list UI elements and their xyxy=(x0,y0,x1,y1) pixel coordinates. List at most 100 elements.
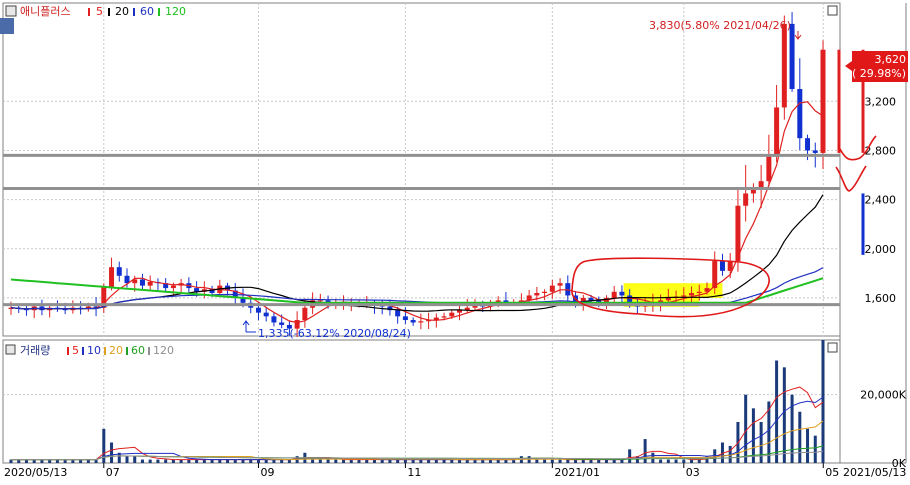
price-tick-label: 1,600 xyxy=(865,292,897,305)
candle-body xyxy=(395,310,401,317)
volume-bar xyxy=(782,367,786,463)
volume-bar xyxy=(334,459,338,463)
candle-body xyxy=(743,193,749,206)
x-tick-label: 09 xyxy=(260,466,274,479)
candle-body xyxy=(302,307,308,321)
candle-body xyxy=(689,292,695,296)
x-tick-label: 2021/01 xyxy=(554,466,600,479)
candle-body xyxy=(837,49,841,153)
price-legend-ma120: 120 xyxy=(165,5,186,18)
candle-body xyxy=(665,297,671,301)
candle-body xyxy=(279,322,285,325)
candle-body xyxy=(418,321,424,323)
x-tick-label: 11 xyxy=(407,466,421,479)
candle-body xyxy=(116,267,122,276)
price-title: 애니플러스 xyxy=(20,5,71,18)
volume-bar xyxy=(125,456,129,463)
x-tick-label: 05 xyxy=(825,466,839,479)
stock-chart-svg: 1,6002,0002,4002,8003,2000K20,000K2020/0… xyxy=(0,0,910,481)
volume-bar xyxy=(133,456,137,463)
volume-bar xyxy=(558,459,562,463)
volume-bar xyxy=(550,459,554,463)
price-panel-menu-button[interactable] xyxy=(5,5,17,17)
price-panel-close-button[interactable] xyxy=(827,5,838,16)
candle-body xyxy=(449,312,455,317)
volume-bar xyxy=(666,459,670,463)
volume-bar xyxy=(821,340,825,463)
volume-legend-ma10: 10 xyxy=(87,344,101,357)
candle-body xyxy=(712,261,718,289)
candle-body xyxy=(549,285,555,292)
candle-body xyxy=(812,150,818,153)
volume-bar xyxy=(813,435,817,463)
stock-chart: 1,600 2,000 2,400 2,800 3,200 0K 20,000K 2020/0… xyxy=(0,0,910,481)
candle-body xyxy=(719,261,725,271)
candle-body xyxy=(109,267,115,287)
volume-bar xyxy=(628,449,632,463)
volume-bar xyxy=(806,428,810,463)
price-tick-label: 2,000 xyxy=(865,243,897,256)
volume-panel-frame xyxy=(2,339,841,464)
candle-body xyxy=(820,49,826,153)
max-price-annotation: 3,830(5.80% 2021/04/26) xyxy=(649,19,791,32)
x-tick-label: 2021/05/13 xyxy=(843,466,906,479)
volume-bar xyxy=(318,459,322,463)
volume-legend-ma120: 120 xyxy=(153,344,174,357)
volume-panel-close-button[interactable] xyxy=(827,342,838,353)
x-tick-label: 03 xyxy=(686,466,700,479)
candle-body xyxy=(402,316,408,321)
min-price-annotation: 1,335(-63.12% 2020/08/24) xyxy=(258,327,411,340)
volume-legend-ma5: 5 xyxy=(72,344,79,357)
volume-bar xyxy=(140,459,144,463)
volume-panel-menu-button[interactable] xyxy=(5,344,16,355)
volume-bar xyxy=(775,360,779,463)
candle-body xyxy=(317,300,323,302)
candle-body xyxy=(766,156,772,182)
candle-body xyxy=(263,312,269,317)
candle-body xyxy=(441,316,447,318)
candle-body xyxy=(619,291,625,296)
candle-body xyxy=(627,295,633,303)
current-change: ( 29.98%) xyxy=(852,67,906,80)
candle-body xyxy=(781,23,787,108)
volume-bar xyxy=(148,459,152,463)
candle-body xyxy=(124,275,130,284)
volume-bar xyxy=(326,459,330,463)
candle-body xyxy=(611,291,617,298)
candle-body xyxy=(681,295,687,297)
candle-body xyxy=(557,283,563,286)
candle-body xyxy=(255,307,261,313)
price-tick-label: 3,200 xyxy=(865,95,897,108)
volume-bar xyxy=(643,439,647,463)
current-price-box: 3,620 ( 29.98%) xyxy=(845,51,908,82)
volume-bar xyxy=(674,459,678,463)
volume-bar xyxy=(744,394,748,463)
volume-tick-label: 20,000K xyxy=(860,389,906,402)
candle-body xyxy=(534,292,540,296)
candle-body xyxy=(774,107,780,157)
price-tick-label: 2,400 xyxy=(865,194,897,207)
volume-bar xyxy=(682,459,686,463)
candle-body xyxy=(696,291,702,293)
volume-legend-ma20: 20 xyxy=(109,344,123,357)
price-legend-ma60: 60 xyxy=(140,5,154,18)
price-legend-ma5: 5 xyxy=(96,5,103,18)
volume-bar xyxy=(659,459,663,463)
x-tick-label: 07 xyxy=(106,466,120,479)
candle-body xyxy=(271,316,277,323)
volume-bar xyxy=(798,411,802,463)
x-tick-label: 2020/05/13 xyxy=(4,466,67,479)
volume-bar xyxy=(759,422,763,463)
candle-body xyxy=(758,181,764,188)
volume-bar xyxy=(535,459,539,463)
volume-bar xyxy=(543,459,547,463)
volume-bar xyxy=(311,459,315,463)
candle-body xyxy=(797,89,803,139)
volume-bar xyxy=(110,442,114,463)
volume-legend-ma60: 60 xyxy=(131,344,145,357)
candle-body xyxy=(170,285,176,289)
candle-body xyxy=(805,138,811,151)
candle-body xyxy=(542,291,548,293)
candle-body xyxy=(789,23,795,90)
side-tab-button[interactable] xyxy=(0,18,14,34)
